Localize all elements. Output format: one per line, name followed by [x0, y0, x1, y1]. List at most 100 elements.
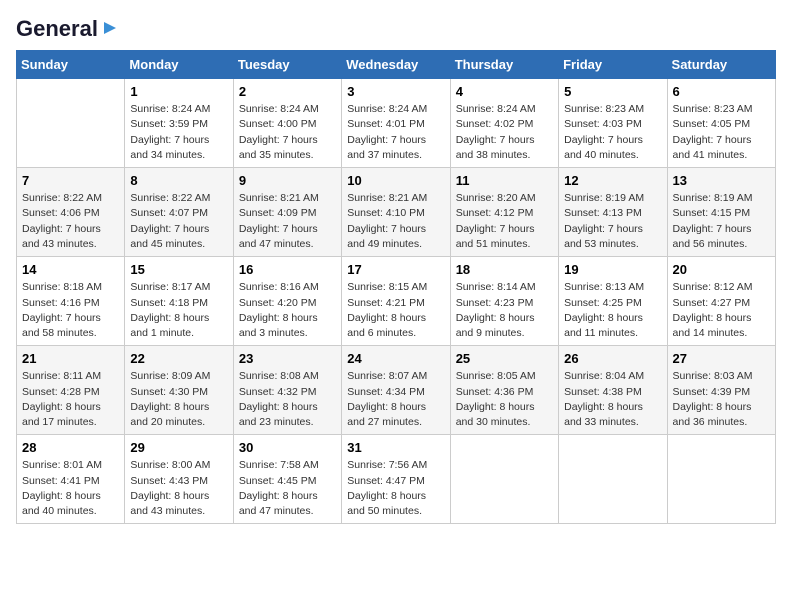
cell-date-number: 20 [673, 261, 770, 279]
calendar-cell: 24Sunrise: 8:07 AMSunset: 4:34 PMDayligh… [342, 346, 450, 435]
cell-sun-info: Sunrise: 8:01 AMSunset: 4:41 PMDaylight:… [22, 458, 119, 519]
cell-date-number: 7 [22, 172, 119, 190]
cell-date-number: 17 [347, 261, 444, 279]
calendar-cell: 29Sunrise: 8:00 AMSunset: 4:43 PMDayligh… [125, 435, 233, 524]
calendar-cell [17, 79, 125, 168]
cell-sun-info: Sunrise: 8:18 AMSunset: 4:16 PMDaylight:… [22, 280, 119, 341]
cell-date-number: 22 [130, 350, 227, 368]
cell-date-number: 27 [673, 350, 770, 368]
cell-date-number: 31 [347, 439, 444, 457]
page-header: General [16, 16, 776, 38]
day-header-wednesday: Wednesday [342, 51, 450, 79]
calendar-cell: 30Sunrise: 7:58 AMSunset: 4:45 PMDayligh… [233, 435, 341, 524]
calendar-cell: 26Sunrise: 8:04 AMSunset: 4:38 PMDayligh… [559, 346, 667, 435]
cell-date-number: 4 [456, 83, 553, 101]
cell-date-number: 28 [22, 439, 119, 457]
cell-date-number: 13 [673, 172, 770, 190]
cell-sun-info: Sunrise: 8:22 AMSunset: 4:06 PMDaylight:… [22, 191, 119, 252]
calendar-cell: 27Sunrise: 8:03 AMSunset: 4:39 PMDayligh… [667, 346, 775, 435]
cell-date-number: 25 [456, 350, 553, 368]
calendar-table: SundayMondayTuesdayWednesdayThursdayFrid… [16, 50, 776, 524]
calendar-cell: 28Sunrise: 8:01 AMSunset: 4:41 PMDayligh… [17, 435, 125, 524]
cell-sun-info: Sunrise: 8:23 AMSunset: 4:03 PMDaylight:… [564, 102, 661, 163]
cell-sun-info: Sunrise: 8:20 AMSunset: 4:12 PMDaylight:… [456, 191, 553, 252]
calendar-week-row: 14Sunrise: 8:18 AMSunset: 4:16 PMDayligh… [17, 257, 776, 346]
cell-sun-info: Sunrise: 8:19 AMSunset: 4:15 PMDaylight:… [673, 191, 770, 252]
cell-sun-info: Sunrise: 8:23 AMSunset: 4:05 PMDaylight:… [673, 102, 770, 163]
cell-sun-info: Sunrise: 7:56 AMSunset: 4:47 PMDaylight:… [347, 458, 444, 519]
calendar-cell: 8Sunrise: 8:22 AMSunset: 4:07 PMDaylight… [125, 168, 233, 257]
cell-date-number: 3 [347, 83, 444, 101]
cell-sun-info: Sunrise: 8:03 AMSunset: 4:39 PMDaylight:… [673, 369, 770, 430]
cell-sun-info: Sunrise: 8:13 AMSunset: 4:25 PMDaylight:… [564, 280, 661, 341]
cell-date-number: 9 [239, 172, 336, 190]
cell-sun-info: Sunrise: 8:24 AMSunset: 3:59 PMDaylight:… [130, 102, 227, 163]
cell-sun-info: Sunrise: 8:11 AMSunset: 4:28 PMDaylight:… [22, 369, 119, 430]
cell-date-number: 21 [22, 350, 119, 368]
cell-date-number: 15 [130, 261, 227, 279]
day-header-saturday: Saturday [667, 51, 775, 79]
calendar-cell: 7Sunrise: 8:22 AMSunset: 4:06 PMDaylight… [17, 168, 125, 257]
calendar-cell: 20Sunrise: 8:12 AMSunset: 4:27 PMDayligh… [667, 257, 775, 346]
cell-sun-info: Sunrise: 8:12 AMSunset: 4:27 PMDaylight:… [673, 280, 770, 341]
logo: General [16, 16, 120, 38]
calendar-cell: 6Sunrise: 8:23 AMSunset: 4:05 PMDaylight… [667, 79, 775, 168]
cell-sun-info: Sunrise: 8:24 AMSunset: 4:02 PMDaylight:… [456, 102, 553, 163]
calendar-cell: 15Sunrise: 8:17 AMSunset: 4:18 PMDayligh… [125, 257, 233, 346]
calendar-cell [450, 435, 558, 524]
cell-date-number: 1 [130, 83, 227, 101]
cell-sun-info: Sunrise: 8:07 AMSunset: 4:34 PMDaylight:… [347, 369, 444, 430]
calendar-cell: 23Sunrise: 8:08 AMSunset: 4:32 PMDayligh… [233, 346, 341, 435]
cell-date-number: 5 [564, 83, 661, 101]
calendar-cell: 16Sunrise: 8:16 AMSunset: 4:20 PMDayligh… [233, 257, 341, 346]
calendar-cell: 19Sunrise: 8:13 AMSunset: 4:25 PMDayligh… [559, 257, 667, 346]
cell-sun-info: Sunrise: 8:21 AMSunset: 4:10 PMDaylight:… [347, 191, 444, 252]
calendar-cell: 25Sunrise: 8:05 AMSunset: 4:36 PMDayligh… [450, 346, 558, 435]
cell-sun-info: Sunrise: 8:16 AMSunset: 4:20 PMDaylight:… [239, 280, 336, 341]
cell-date-number: 18 [456, 261, 553, 279]
calendar-cell: 5Sunrise: 8:23 AMSunset: 4:03 PMDaylight… [559, 79, 667, 168]
calendar-cell: 3Sunrise: 8:24 AMSunset: 4:01 PMDaylight… [342, 79, 450, 168]
calendar-cell: 14Sunrise: 8:18 AMSunset: 4:16 PMDayligh… [17, 257, 125, 346]
day-header-tuesday: Tuesday [233, 51, 341, 79]
cell-sun-info: Sunrise: 8:00 AMSunset: 4:43 PMDaylight:… [130, 458, 227, 519]
calendar-week-row: 28Sunrise: 8:01 AMSunset: 4:41 PMDayligh… [17, 435, 776, 524]
cell-date-number: 11 [456, 172, 553, 190]
cell-sun-info: Sunrise: 8:14 AMSunset: 4:23 PMDaylight:… [456, 280, 553, 341]
cell-sun-info: Sunrise: 8:24 AMSunset: 4:00 PMDaylight:… [239, 102, 336, 163]
cell-date-number: 14 [22, 261, 119, 279]
cell-sun-info: Sunrise: 8:24 AMSunset: 4:01 PMDaylight:… [347, 102, 444, 163]
cell-sun-info: Sunrise: 8:15 AMSunset: 4:21 PMDaylight:… [347, 280, 444, 341]
cell-date-number: 6 [673, 83, 770, 101]
calendar-cell: 2Sunrise: 8:24 AMSunset: 4:00 PMDaylight… [233, 79, 341, 168]
cell-date-number: 8 [130, 172, 227, 190]
day-header-sunday: Sunday [17, 51, 125, 79]
cell-date-number: 30 [239, 439, 336, 457]
logo-general: General [16, 16, 98, 42]
calendar-cell: 31Sunrise: 7:56 AMSunset: 4:47 PMDayligh… [342, 435, 450, 524]
day-header-monday: Monday [125, 51, 233, 79]
calendar-cell: 4Sunrise: 8:24 AMSunset: 4:02 PMDaylight… [450, 79, 558, 168]
cell-date-number: 10 [347, 172, 444, 190]
calendar-week-row: 7Sunrise: 8:22 AMSunset: 4:06 PMDaylight… [17, 168, 776, 257]
cell-sun-info: Sunrise: 8:22 AMSunset: 4:07 PMDaylight:… [130, 191, 227, 252]
cell-date-number: 19 [564, 261, 661, 279]
days-header-row: SundayMondayTuesdayWednesdayThursdayFrid… [17, 51, 776, 79]
calendar-cell: 9Sunrise: 8:21 AMSunset: 4:09 PMDaylight… [233, 168, 341, 257]
calendar-cell: 13Sunrise: 8:19 AMSunset: 4:15 PMDayligh… [667, 168, 775, 257]
cell-sun-info: Sunrise: 8:19 AMSunset: 4:13 PMDaylight:… [564, 191, 661, 252]
calendar-cell: 22Sunrise: 8:09 AMSunset: 4:30 PMDayligh… [125, 346, 233, 435]
calendar-cell: 12Sunrise: 8:19 AMSunset: 4:13 PMDayligh… [559, 168, 667, 257]
cell-sun-info: Sunrise: 8:09 AMSunset: 4:30 PMDaylight:… [130, 369, 227, 430]
cell-date-number: 29 [130, 439, 227, 457]
calendar-cell: 18Sunrise: 8:14 AMSunset: 4:23 PMDayligh… [450, 257, 558, 346]
cell-sun-info: Sunrise: 8:05 AMSunset: 4:36 PMDaylight:… [456, 369, 553, 430]
cell-date-number: 16 [239, 261, 336, 279]
calendar-cell: 17Sunrise: 8:15 AMSunset: 4:21 PMDayligh… [342, 257, 450, 346]
cell-date-number: 2 [239, 83, 336, 101]
cell-sun-info: Sunrise: 8:04 AMSunset: 4:38 PMDaylight:… [564, 369, 661, 430]
calendar-cell [667, 435, 775, 524]
cell-sun-info: Sunrise: 8:08 AMSunset: 4:32 PMDaylight:… [239, 369, 336, 430]
cell-date-number: 12 [564, 172, 661, 190]
calendar-cell: 1Sunrise: 8:24 AMSunset: 3:59 PMDaylight… [125, 79, 233, 168]
